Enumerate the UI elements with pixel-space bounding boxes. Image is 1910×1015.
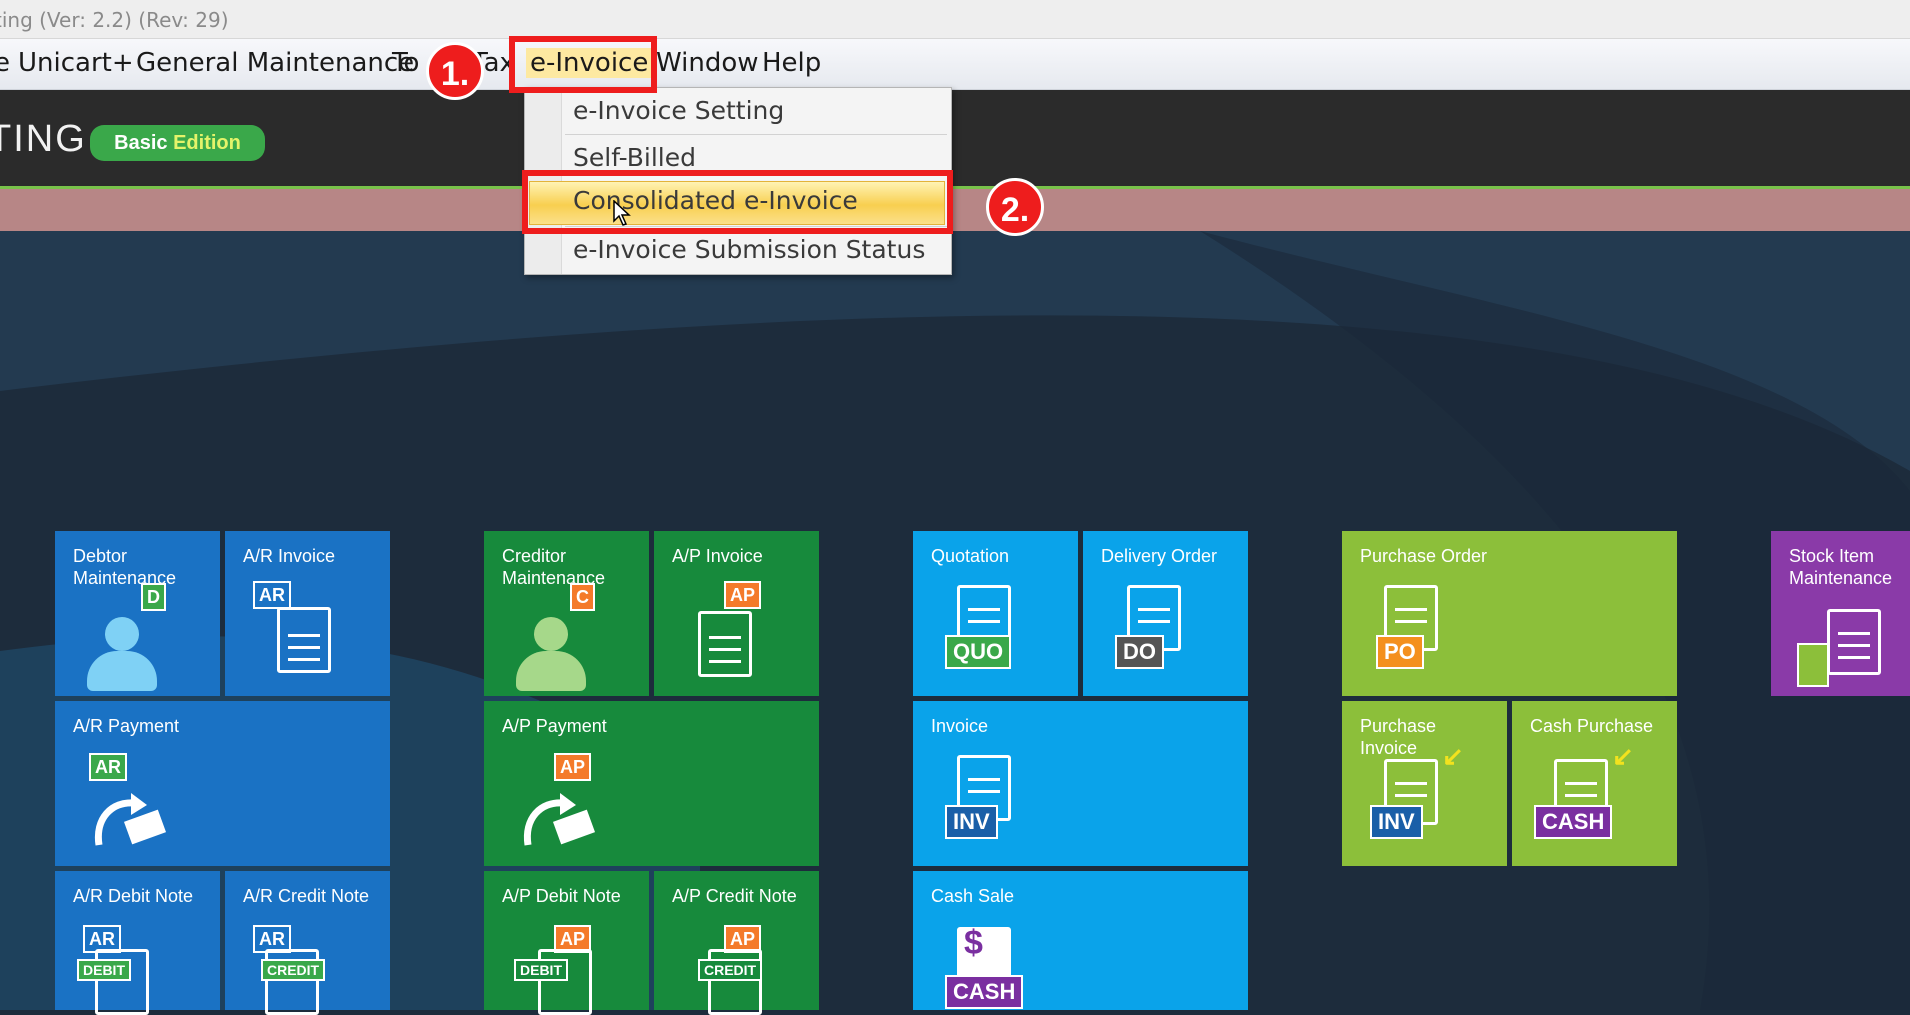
menu-help[interactable]: Help — [762, 48, 821, 78]
menu-item-e-invoice-setting[interactable]: e-Invoice Setting — [573, 96, 784, 125]
credit-tag: CREDIT — [698, 959, 763, 981]
menu-file[interactable]: e — [0, 48, 10, 78]
tile-ap-credit-note[interactable]: A/P Credit Note AP CREDIT — [654, 871, 819, 1015]
tile-ap-invoice[interactable]: A/P Invoice AP — [654, 531, 819, 696]
app-logo-text: TING — [0, 118, 87, 160]
payment-icon — [523, 793, 596, 846]
debtor-tag: D — [141, 583, 166, 611]
inv-tag: INV — [1370, 805, 1423, 839]
tile-label: Quotation — [931, 546, 1010, 566]
person-body-icon — [516, 651, 586, 691]
menu-general-maintenance[interactable]: General Maintenance — [136, 48, 414, 78]
tile-cash-purchase[interactable]: Cash Purchase ↙ CASH — [1512, 701, 1677, 866]
debit-tag: DEBIT — [77, 959, 131, 981]
person-icon — [534, 617, 568, 651]
ar-tag: AR — [253, 581, 291, 609]
tile-ar-payment[interactable]: A/R Payment AR — [55, 701, 390, 866]
edition-badge-part1: Basic — [114, 132, 168, 154]
box-icon — [1797, 643, 1829, 687]
tile-debtor-maintenance[interactable]: Debtor Maintenance D — [55, 531, 220, 696]
menu-separator — [565, 134, 947, 135]
tile-invoice[interactable]: Invoice INV — [913, 701, 1248, 866]
tile-cash-sale[interactable]: Cash Sale $ CASH — [913, 871, 1248, 1010]
tile-label: A/P Credit Note — [672, 886, 797, 906]
tile-label: Stock Item Maintenance — [1789, 546, 1893, 588]
quo-tag: QUO — [945, 635, 1012, 669]
tile-label: Delivery Order — [1101, 546, 1218, 566]
tile-label: Cash Sale — [931, 886, 1015, 906]
tile-ap-payment[interactable]: A/P Payment AP — [484, 701, 819, 866]
dollar-icon: $ — [964, 924, 983, 962]
annotation-box-step2 — [522, 170, 953, 234]
tile-label: Creditor Maintenance — [502, 546, 606, 588]
credit-tag: CREDIT — [261, 959, 326, 981]
tile-creditor-maintenance[interactable]: Creditor Maintenance C — [484, 531, 649, 696]
app-header — [0, 90, 1910, 186]
menu-bar: e Unicart+ General Maintenance To Tax e-… — [0, 39, 1910, 90]
edition-badge-part2: Edition — [173, 132, 241, 154]
tile-label: Invoice — [931, 716, 989, 736]
menu-unicart[interactable]: Unicart+ — [18, 48, 134, 78]
annotation-step2-badge: 2. — [986, 178, 1044, 236]
tile-ar-invoice[interactable]: A/R Invoice AR — [225, 531, 390, 696]
inv-tag: INV — [945, 805, 998, 839]
menu-item-e-invoice-submission-status[interactable]: e-Invoice Submission Status — [573, 235, 925, 264]
ap-tag: AP — [724, 581, 762, 609]
tile-ap-debit-note[interactable]: A/P Debit Note AP DEBIT — [484, 871, 649, 1015]
tile-label: A/R Debit Note — [73, 886, 194, 906]
tile-quotation[interactable]: Quotation QUO — [913, 531, 1078, 696]
tile-label: A/R Payment — [73, 716, 180, 736]
person-body-icon — [87, 651, 157, 691]
tile-purchase-invoice[interactable]: Purchase Invoice ↙ INV — [1342, 701, 1507, 866]
po-tag: PO — [1376, 635, 1424, 669]
menu-tools[interactable]: To — [392, 48, 419, 78]
do-tag: DO — [1115, 635, 1164, 669]
tile-label: Purchase Order — [1360, 546, 1488, 566]
tile-delivery-order[interactable]: Delivery Order DO — [1083, 531, 1248, 696]
tile-label: A/P Payment — [502, 716, 607, 736]
cash-tag: CASH — [1534, 805, 1613, 839]
menu-window[interactable]: Window — [656, 48, 759, 78]
tile-label: A/R Invoice — [243, 546, 336, 566]
cash-tag: CASH — [945, 975, 1024, 1009]
ar-tag: AR — [89, 753, 127, 781]
title-bar: ting (Ver: 2.2) (Rev: 29) — [0, 0, 1910, 39]
tile-purchase-order[interactable]: Purchase Order PO — [1342, 531, 1677, 696]
creditor-tag: C — [570, 583, 595, 611]
document-icon — [1827, 609, 1881, 675]
arrow-in-icon: ↙ — [1612, 741, 1634, 771]
tile-stock-item-maintenance[interactable]: Stock Item Maintenance — [1771, 531, 1910, 696]
tile-label: A/P Debit Note — [502, 886, 621, 906]
tile-ar-debit-note[interactable]: A/R Debit Note AR DEBIT — [55, 871, 220, 1015]
document-icon — [277, 607, 331, 673]
tile-label: Cash Purchase — [1530, 716, 1654, 736]
tile-label: A/P Invoice — [672, 546, 763, 566]
edition-badge: Basic Edition — [90, 125, 265, 161]
tile-label: Purchase Invoice — [1360, 716, 1437, 758]
debit-tag: DEBIT — [514, 959, 568, 981]
annotation-step1-badge: 1. — [426, 42, 484, 100]
arrow-in-icon: ↙ — [1442, 741, 1464, 771]
annotation-box-step1 — [509, 36, 657, 93]
ap-tag: AP — [554, 753, 592, 781]
menu-item-self-billed[interactable]: Self-Billed — [573, 143, 696, 172]
window-title: ting (Ver: 2.2) (Rev: 29) — [0, 8, 229, 32]
tile-label: A/R Credit Note — [243, 886, 370, 906]
toolbar-strip — [0, 189, 1910, 231]
document-icon — [698, 611, 752, 677]
tile-label: Debtor Maintenance — [73, 546, 177, 588]
tile-ar-credit-note[interactable]: A/R Credit Note AR CREDIT — [225, 871, 390, 1015]
payment-icon — [94, 793, 167, 846]
person-icon — [105, 617, 139, 651]
